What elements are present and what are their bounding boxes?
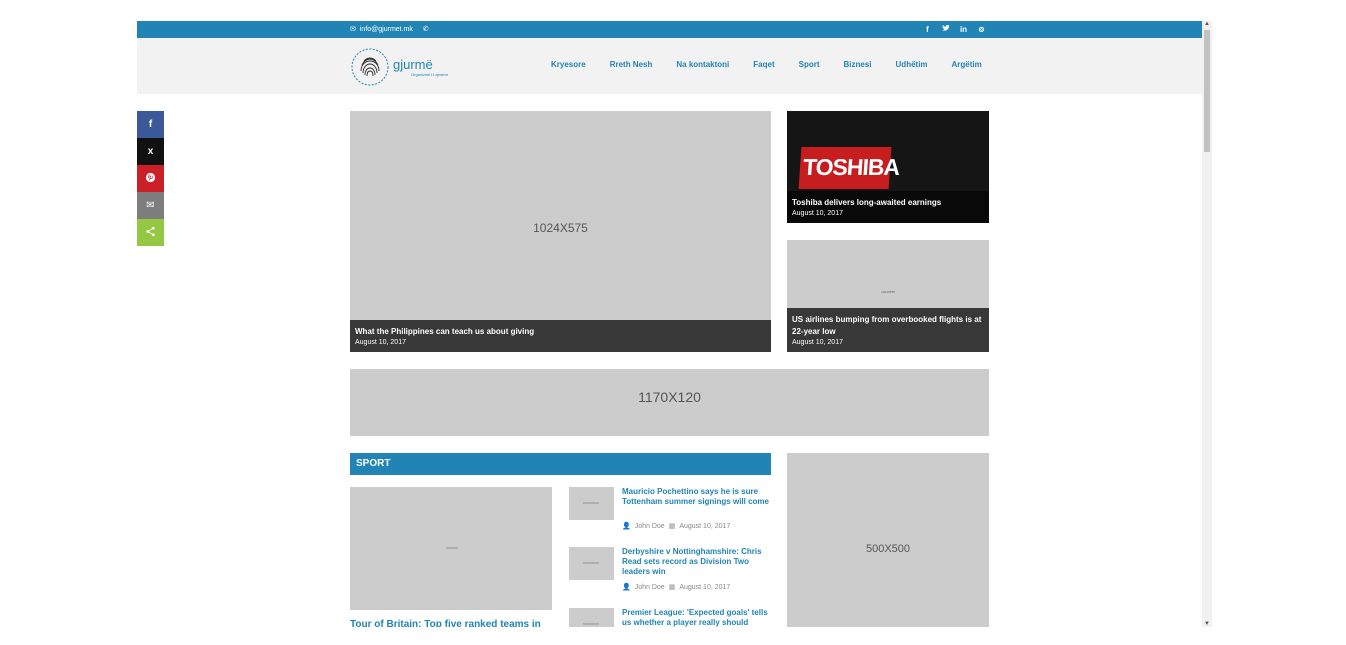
nav-item-sport[interactable]: Sport — [799, 60, 820, 69]
pinterest-icon — [145, 172, 156, 186]
nav-item-na-kontaktoni[interactable]: Na kontaktoni — [676, 60, 729, 69]
list-item[interactable]: Derbyshire v Nottinghamshire: Chris Read… — [569, 547, 774, 597]
list-item-thumbnail[interactable] — [569, 608, 614, 627]
linkedin-icon[interactable]: in — [959, 24, 968, 35]
article-date: August 10, 2017 — [355, 339, 406, 346]
section-heading-sport[interactable]: SPORT — [350, 453, 771, 475]
sport-lead-image[interactable] — [350, 487, 552, 610]
sport-lead-title[interactable]: Tour of Britain: Top five ranked teams i… — [350, 619, 552, 627]
share-email-button[interactable]: ✉ — [137, 192, 164, 219]
phone-icon[interactable]: ✆ — [423, 25, 429, 33]
image-placeholder-label: 1024X575 — [533, 221, 588, 235]
list-item[interactable]: Mauricio Pochettino says he is sure Tott… — [569, 487, 774, 537]
toshiba-image: TOSHIBA — [798, 147, 900, 189]
user-icon: 👤 — [622, 523, 631, 530]
article-date: August 10, 2017 — [792, 339, 843, 346]
scroll-down-icon[interactable]: ▼ — [1202, 621, 1212, 627]
nav-item-biznesi[interactable]: Biznesi — [844, 60, 872, 69]
twitter-icon[interactable] — [941, 24, 950, 35]
top-bar: ✉ info@gjurmet.mk ✆ f in ⊚ — [137, 21, 1202, 38]
article-title[interactable]: US airlines bumping from overbooked flig… — [792, 314, 984, 338]
ad-banner-label: 1170X120 — [638, 389, 701, 405]
contact-info: ✉ info@gjurmet.mk ✆ — [350, 25, 429, 34]
main-nav: Kryesore Rreth Nesh Na kontaktoni Faqet … — [551, 60, 1006, 69]
list-item-title[interactable]: Premier League: 'Expected goals' tells u… — [622, 608, 772, 627]
author-name[interactable]: John Doe — [635, 584, 665, 591]
x-icon: x — [147, 146, 154, 157]
share-icon — [145, 226, 156, 240]
social-links: f in ⊚ — [923, 24, 986, 35]
fingerprint-icon — [351, 48, 389, 86]
facebook-icon[interactable]: f — [923, 24, 932, 35]
featured-side-caption-1: Toshiba delivers long-awaited earnings A… — [787, 191, 989, 223]
facebook-icon: f — [148, 119, 153, 130]
envelope-icon: ✉ — [350, 26, 356, 33]
scroll-up-icon[interactable]: ▲ — [1202, 21, 1212, 27]
email-icon: ✉ — [146, 200, 155, 211]
list-item-thumbnail[interactable] — [569, 547, 614, 580]
list-item-meta: 👤 John Doe ▦ August 10, 2017 — [622, 522, 731, 531]
scrollbar-thumb[interactable] — [1204, 30, 1210, 152]
logo-tagline: Organizimi i Lajmeve — [411, 71, 449, 77]
author-name[interactable]: John Doe — [635, 523, 665, 530]
article-date: August 10, 2017 — [679, 522, 731, 530]
article-title[interactable]: Toshiba delivers long-awaited earnings — [792, 197, 984, 209]
list-item-title[interactable]: Derbyshire v Nottinghamshire: Chris Read… — [622, 547, 772, 577]
nav-item-argetim[interactable]: Argëtim — [952, 60, 982, 69]
nav-item-udhetim[interactable]: Udhëtim — [896, 60, 928, 69]
share-facebook-button[interactable]: f — [137, 111, 164, 138]
list-item-thumbnail[interactable] — [569, 487, 614, 520]
share-more-button[interactable] — [137, 219, 164, 246]
side-ad-label: 500X500 — [865, 543, 911, 555]
logo-brand: gjurmë — [393, 56, 433, 72]
article-date: August 10, 2017 — [792, 210, 843, 217]
side-ad[interactable]: 500X500 — [787, 453, 989, 627]
featured-side-article-2[interactable]: 1024X575 US airlines bumping from overbo… — [787, 240, 989, 352]
share-sidebar: f x ✉ — [137, 111, 164, 246]
featured-side-caption-2: US airlines bumping from overbooked flig… — [787, 308, 989, 352]
featured-main-article[interactable]: 1024X575 What the Philippines can teach … — [350, 111, 771, 352]
share-pinterest-button[interactable] — [137, 165, 164, 192]
site-header: gjurmë Organizimi i Lajmeve Kryesore Rre… — [137, 38, 1202, 94]
image-placeholder-label: 1024X575 — [881, 290, 895, 294]
nav-item-faqet[interactable]: Faqet — [753, 60, 774, 69]
image-placeholder-mark — [446, 547, 458, 549]
featured-side-article-1[interactable]: TOSHIBA Toshiba delivers long-awaited ea… — [787, 111, 989, 223]
list-item[interactable]: Premier League: 'Expected goals' tells u… — [569, 608, 774, 627]
featured-main-caption: What the Philippines can teach us about … — [350, 320, 771, 352]
list-item-meta: 👤 John Doe ▦ August 10, 2017 — [622, 583, 731, 592]
pinterest-icon[interactable]: ⊚ — [977, 24, 986, 35]
page-frame: ✉ info@gjurmet.mk ✆ f in ⊚ gjurmë Organi… — [137, 21, 1212, 627]
article-title[interactable]: What the Philippines can teach us about … — [355, 326, 766, 338]
page-scrollbar[interactable]: ▲ ▼ — [1202, 21, 1212, 627]
nav-item-kryesore[interactable]: Kryesore — [551, 60, 586, 69]
list-item-title[interactable]: Mauricio Pochettino says he is sure Tott… — [622, 487, 772, 507]
nav-item-rreth-nesh[interactable]: Rreth Nesh — [610, 60, 653, 69]
share-x-button[interactable]: x — [137, 138, 164, 165]
email-link[interactable]: ✉ info@gjurmet.mk — [350, 25, 413, 34]
calendar-icon: ▦ — [668, 523, 676, 530]
article-date: August 10, 2017 — [679, 583, 731, 591]
ad-banner[interactable]: 1170X120 — [350, 369, 989, 436]
site-logo[interactable]: gjurmë Organizimi i Lajmeve — [350, 47, 448, 87]
user-icon: 👤 — [622, 584, 631, 591]
email-text: info@gjurmet.mk — [359, 25, 413, 33]
calendar-icon: ▦ — [668, 584, 676, 591]
